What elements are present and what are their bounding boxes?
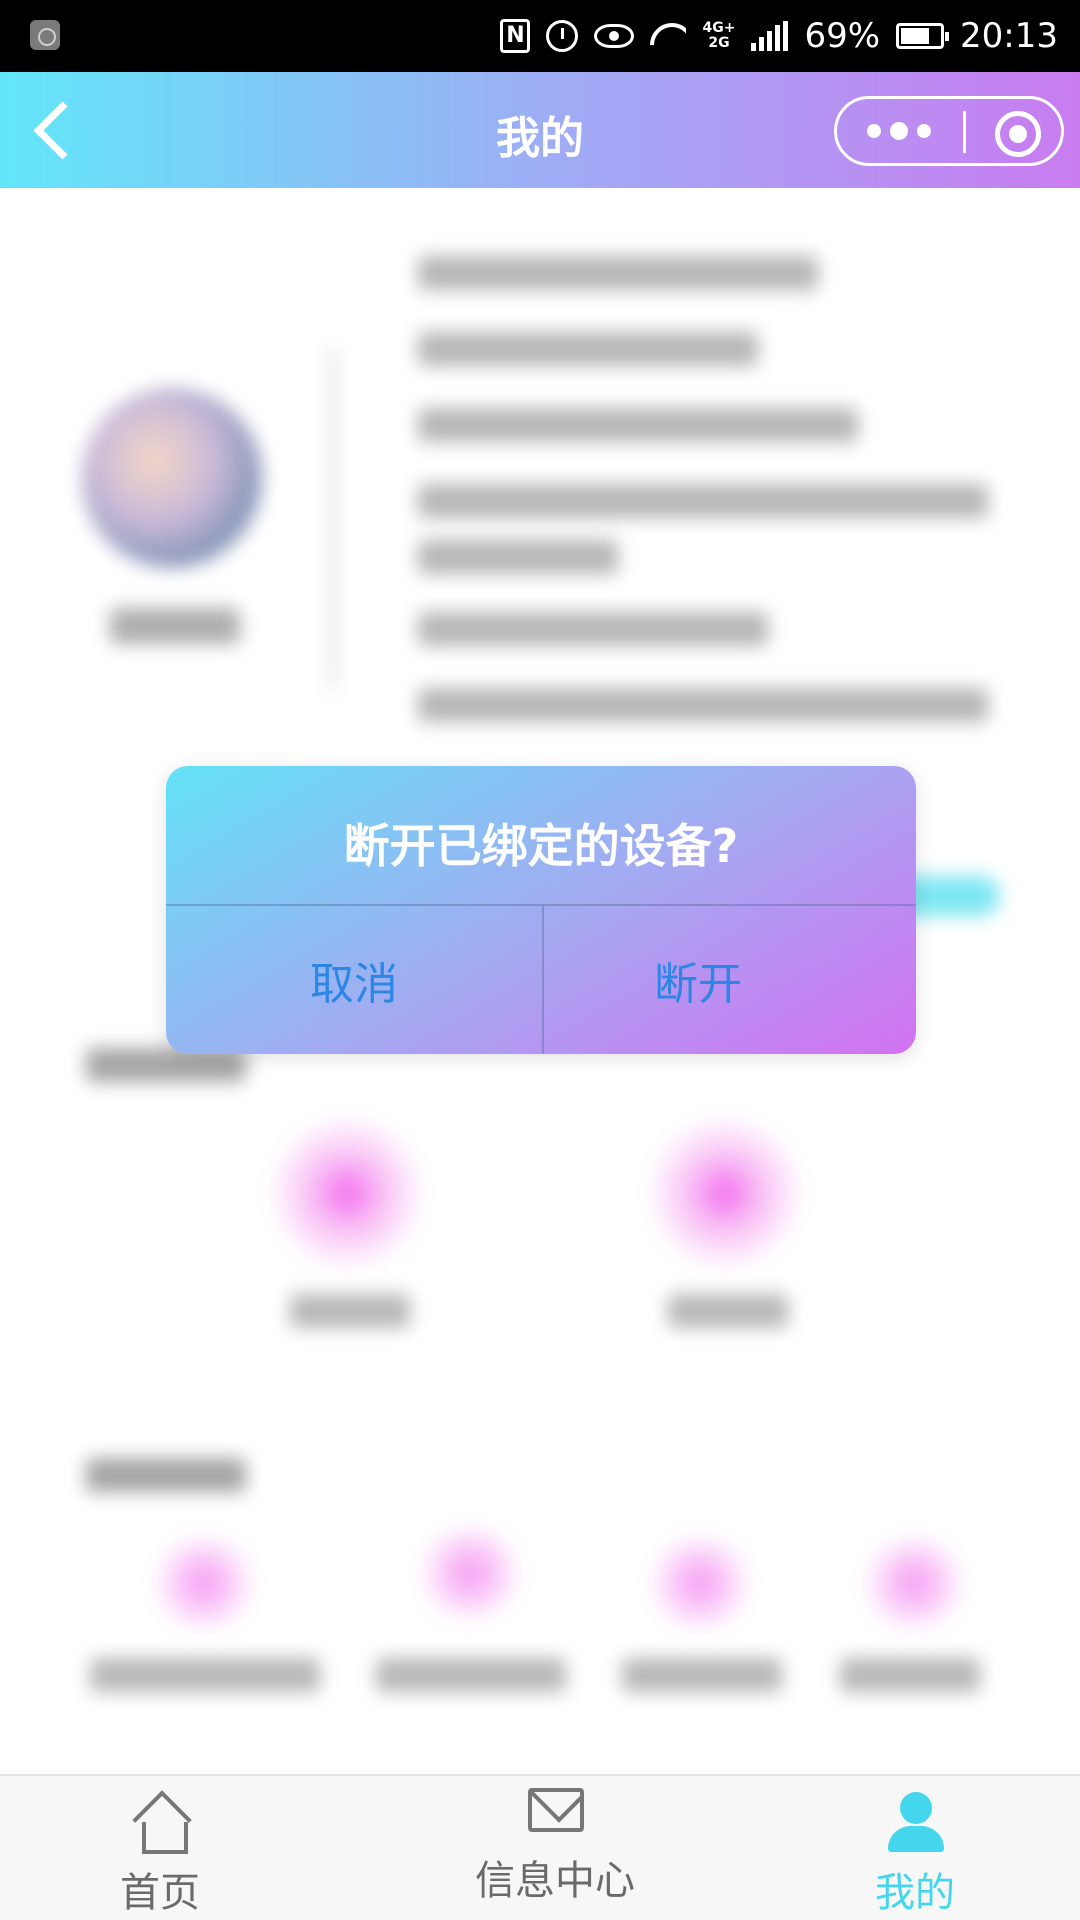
tab-me[interactable]: 我的 [860, 1776, 970, 1920]
info-line [418, 540, 618, 574]
user-icon [886, 1792, 946, 1854]
notification-app-icon [30, 20, 60, 50]
network-type-icon: 4G+ 2G [702, 21, 735, 51]
status-icons: N 4G+ 2G 69% 20:13 [500, 12, 1058, 60]
mail-icon [528, 1788, 584, 1832]
cancel-button[interactable]: 取消 [166, 906, 542, 1054]
service-icon [650, 1538, 750, 1628]
profile-divider [330, 348, 336, 688]
home-icon [132, 1796, 190, 1854]
alarm-icon [546, 20, 579, 52]
close-miniprogram-icon[interactable] [995, 111, 1041, 157]
feature-icon [272, 1118, 422, 1268]
feature-icon [650, 1118, 800, 1268]
info-line [418, 408, 858, 442]
tab-home-label: 首页 [120, 1870, 200, 1916]
disconnect-button[interactable]: 断开 [544, 906, 916, 1054]
network-type-top: 4G+ [702, 20, 736, 36]
info-line [418, 688, 988, 722]
dialog-title: 断开已绑定的设备? [343, 819, 739, 873]
info-line [418, 256, 818, 290]
capsule-divider [963, 111, 966, 153]
info-line [418, 612, 768, 646]
service-label-placeholder [840, 1658, 980, 1692]
tab-message-center-label: 信息中心 [475, 1858, 635, 1904]
eye-comfort-icon [594, 24, 635, 48]
bottom-tab-bar: 首页 信息中心 我的 [0, 1774, 1080, 1920]
service-icon [420, 1528, 520, 1618]
more-icon[interactable] [867, 122, 931, 140]
miniprogram-capsule [834, 96, 1064, 166]
tab-me-label: 我的 [875, 1870, 955, 1916]
section-title-placeholder [86, 1458, 246, 1492]
service-icon [864, 1538, 964, 1628]
wifi-icon [650, 21, 686, 51]
info-line [418, 484, 988, 518]
feature-label-placeholder [290, 1294, 410, 1328]
battery-percent: 69% [804, 16, 881, 56]
service-icon [154, 1538, 254, 1628]
network-type-bottom: 2G [708, 35, 730, 51]
app-header: 我的 [0, 72, 1080, 188]
service-label-placeholder [622, 1658, 782, 1692]
user-name-placeholder [110, 608, 240, 644]
battery-icon [896, 23, 950, 49]
tab-message-center[interactable]: 信息中心 [460, 1776, 650, 1920]
info-line [418, 332, 758, 366]
avatar [82, 388, 262, 568]
signal-icon [751, 21, 789, 51]
unbind-device-dialog: 断开已绑定的设备? 取消 断开 [166, 766, 916, 1054]
feature-label-placeholder [668, 1294, 788, 1328]
service-label-placeholder [90, 1658, 320, 1692]
nfc-icon: N [500, 19, 531, 53]
tab-home[interactable]: 首页 [100, 1776, 220, 1920]
clock: 20:13 [960, 16, 1058, 56]
service-label-placeholder [376, 1658, 566, 1692]
status-bar: N 4G+ 2G 69% 20:13 [0, 0, 1080, 72]
